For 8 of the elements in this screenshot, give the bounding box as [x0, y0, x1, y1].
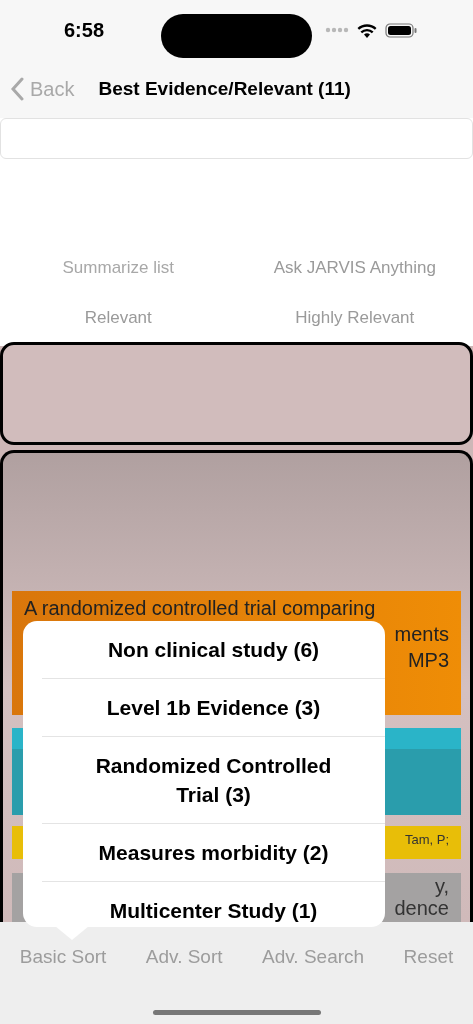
status-time: 6:58 — [64, 18, 105, 43]
tag-fragment: dence — [394, 897, 449, 919]
article-title-fragment: MP3 — [407, 648, 449, 673]
article-title-fragment: ments — [394, 622, 449, 647]
tag-fragment: y, — [434, 875, 449, 897]
article-title: A randomized controlled trial comparing — [24, 596, 377, 621]
nav-title: Best Evidence/Relevant (11) — [98, 76, 351, 101]
authors-text: Tam, P; — [404, 831, 449, 849]
